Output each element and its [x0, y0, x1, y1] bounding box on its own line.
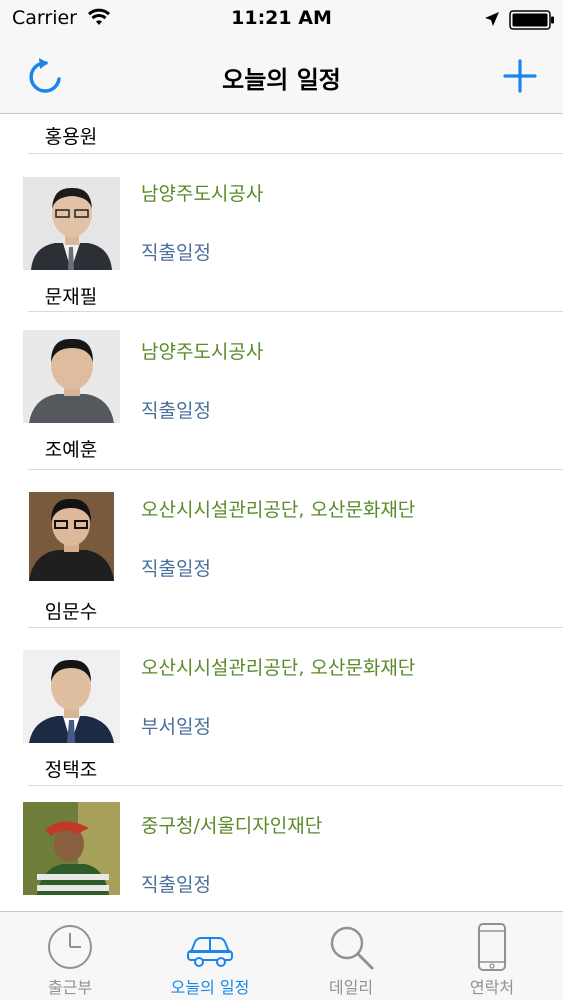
person-photo — [23, 802, 120, 895]
person-name: 홍용원 — [44, 126, 98, 148]
person-name: 임문수 — [44, 601, 98, 623]
tab-bar: 출근부 오늘의 일정 데일리 연락처 — [0, 911, 563, 1000]
status-time: 11:21 AM — [231, 7, 332, 29]
schedule-type-label: 부서일정 — [141, 716, 211, 738]
status-bar: Carrier 11:21 AM — [0, 0, 563, 40]
person-photo — [29, 492, 114, 581]
person-name: 조예훈 — [44, 439, 98, 461]
person-photo — [23, 650, 120, 743]
organization-label: 중구청/서울디자인재단 — [141, 815, 323, 837]
tab-contacts[interactable]: 연락처 — [422, 912, 562, 1000]
organization-label: 오산시시설관리공단, 오산문화재단 — [141, 657, 416, 679]
organization-label: 남양주도시공사 — [141, 341, 264, 363]
tab-daily[interactable]: 데일리 — [281, 912, 421, 1000]
schedule-type-label: 직출일정 — [141, 242, 211, 264]
schedule-type-label: 직출일정 — [141, 400, 211, 422]
person-photo — [23, 177, 120, 270]
list-item[interactable]: 홍용원 — [0, 114, 563, 154]
location-arrow-icon — [485, 12, 499, 26]
schedule-list[interactable]: 홍용원 문재필 남양주도시공사 직출일정 조예훈 남양주도시공사 직출일정 임문… — [0, 114, 563, 911]
list-item[interactable]: 정택조 오산시시설관리공단, 오산문화재단 부서일정 — [0, 628, 563, 786]
tab-label: 연락처 — [469, 978, 515, 997]
phone-icon — [478, 923, 506, 971]
tab-label: 데일리 — [328, 978, 374, 997]
tab-today-schedule[interactable]: 오늘의 일정 — [140, 912, 280, 1000]
person-name: 문재필 — [44, 286, 98, 308]
list-item[interactable]: 문재필 남양주도시공사 직출일정 — [0, 154, 563, 312]
list-item[interactable]: 조예훈 남양주도시공사 직출일정 — [0, 312, 563, 470]
tab-label: 출근부 — [47, 978, 93, 997]
plus-icon — [503, 59, 537, 93]
person-name: 정택조 — [44, 759, 98, 781]
page-title: 오늘의 일정 — [222, 66, 341, 94]
refresh-icon — [29, 58, 61, 93]
schedule-type-label: 직출일정 — [141, 874, 211, 896]
add-button[interactable] — [502, 58, 538, 94]
battery-icon — [509, 10, 554, 30]
tab-label: 오늘의 일정 — [170, 978, 250, 997]
list-item[interactable]: 중구청/서울디자인재단 직출일정 — [0, 786, 563, 911]
list-item[interactable]: 임문수 오산시시설관리공단, 오산문화재단 직출일정 — [0, 470, 563, 628]
tab-attendance[interactable]: 출근부 — [0, 912, 140, 1000]
clock-icon — [48, 925, 92, 969]
car-icon — [187, 937, 233, 967]
search-icon — [330, 926, 374, 970]
schedule-type-label: 직출일정 — [141, 558, 211, 580]
person-photo — [23, 330, 120, 423]
refresh-button[interactable] — [26, 57, 66, 97]
organization-label: 남양주도시공사 — [141, 183, 264, 205]
organization-label: 오산시시설관리공단, 오산문화재단 — [141, 499, 416, 521]
navigation-bar: 오늘의 일정 — [0, 40, 563, 114]
